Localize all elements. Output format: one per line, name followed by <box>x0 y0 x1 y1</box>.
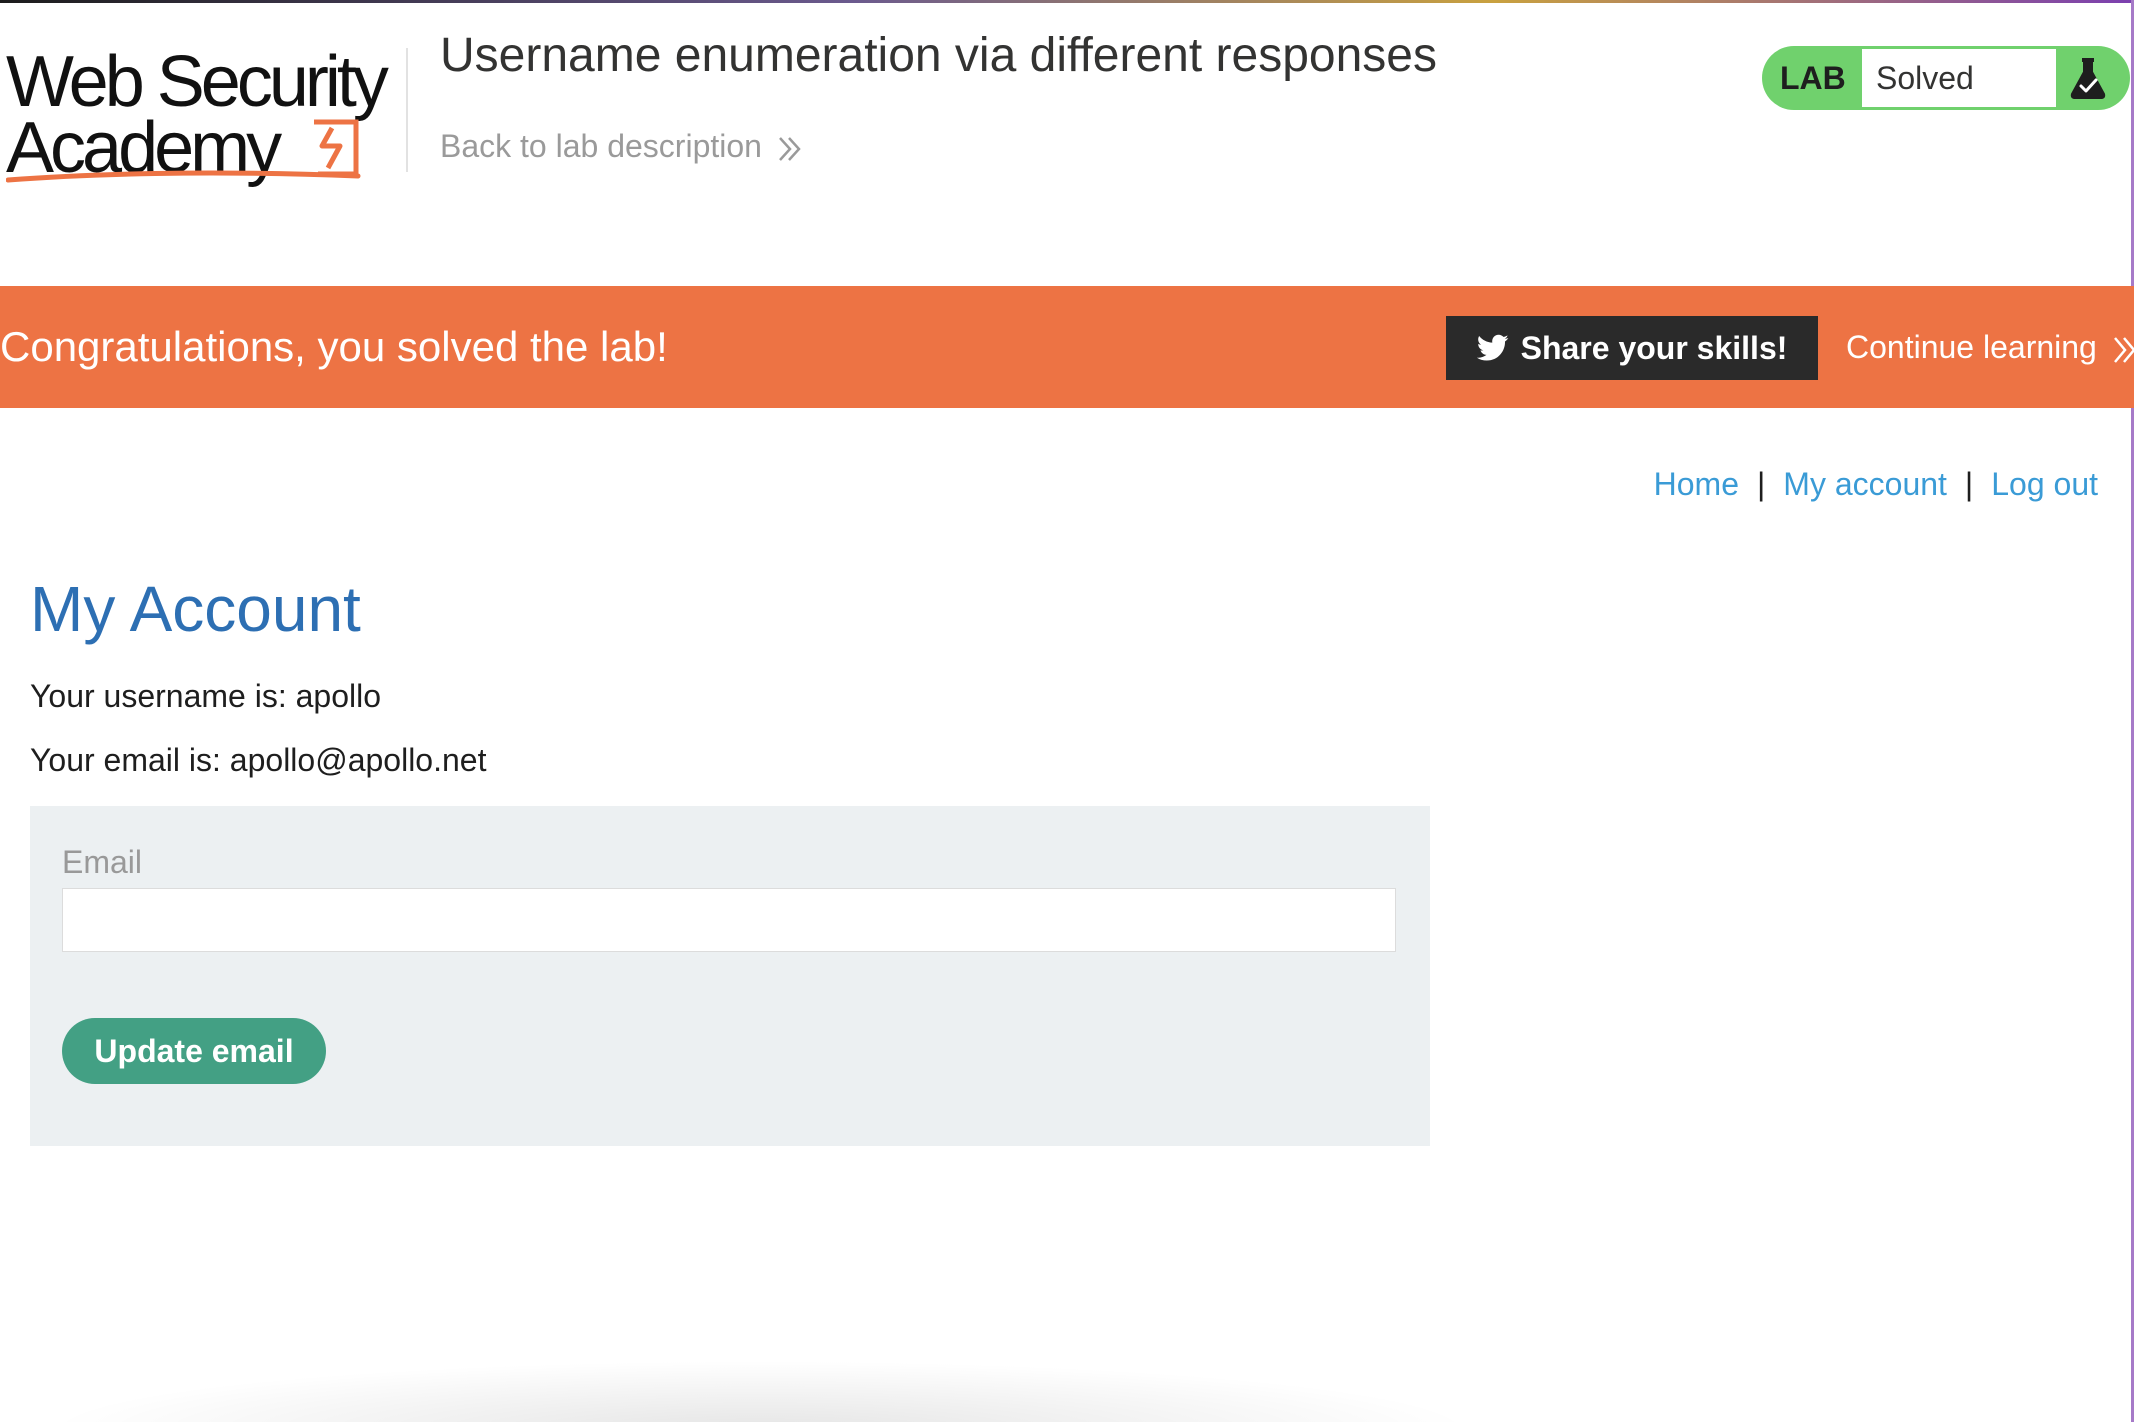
chevron-double-right-icon <box>778 136 801 161</box>
lab-state-box: Solved <box>1862 49 2056 107</box>
username-text: Your username is: apollo <box>30 678 382 714</box>
chevron-double-right-icon <box>2113 336 2134 363</box>
header-divider <box>406 48 408 172</box>
continue-learning-link[interactable]: Continue learning <box>1846 286 2134 408</box>
nav-my-account-link[interactable]: My account <box>1783 466 1947 502</box>
nav-separator: | <box>1756 466 1766 502</box>
nav-log-out-link[interactable]: Log out <box>1991 466 2098 502</box>
email-input[interactable] <box>62 888 1396 952</box>
continue-learning-label: Continue learning <box>1846 329 2097 365</box>
web-security-academy-logo[interactable]: Web Security Academy <box>6 42 406 192</box>
twitter-icon <box>1476 334 1509 361</box>
back-to-description-link[interactable]: Back to lab description <box>440 128 803 165</box>
update-email-form: Email Update email <box>30 806 1430 1146</box>
lab-label: LAB <box>1780 60 1846 96</box>
solved-banner: Congratulations, you solved the lab! Sha… <box>0 286 2134 408</box>
banner-message: Congratulations, you solved the lab! <box>0 323 668 370</box>
logo-lightning-icon <box>6 119 361 183</box>
lab-state-text: Solved <box>1876 60 1974 96</box>
share-skills-label: Share your skills! <box>1520 329 1788 366</box>
nav-separator: | <box>1964 466 1974 502</box>
email-text: Your email is: apollo@apollo.net <box>30 742 487 778</box>
back-link-label: Back to lab description <box>440 128 762 164</box>
update-email-button[interactable]: Update email <box>62 1018 326 1084</box>
window-top-border <box>0 0 2134 3</box>
page-title: My Account <box>30 573 361 645</box>
flask-check-icon <box>2070 58 2106 99</box>
email-field-label: Email <box>62 844 143 880</box>
lab-status-widget: LAB Solved <box>1762 46 2130 110</box>
top-navigation: Home | My account | Log out <box>1654 466 2098 503</box>
lab-title: Username enumeration via different respo… <box>440 29 1437 82</box>
share-skills-button[interactable]: Share your skills! <box>1446 316 1818 380</box>
page: Web Security Academy Username enumeratio… <box>0 0 2134 1422</box>
nav-home-link[interactable]: Home <box>1654 466 1739 502</box>
bottom-shadow <box>40 1360 1480 1422</box>
